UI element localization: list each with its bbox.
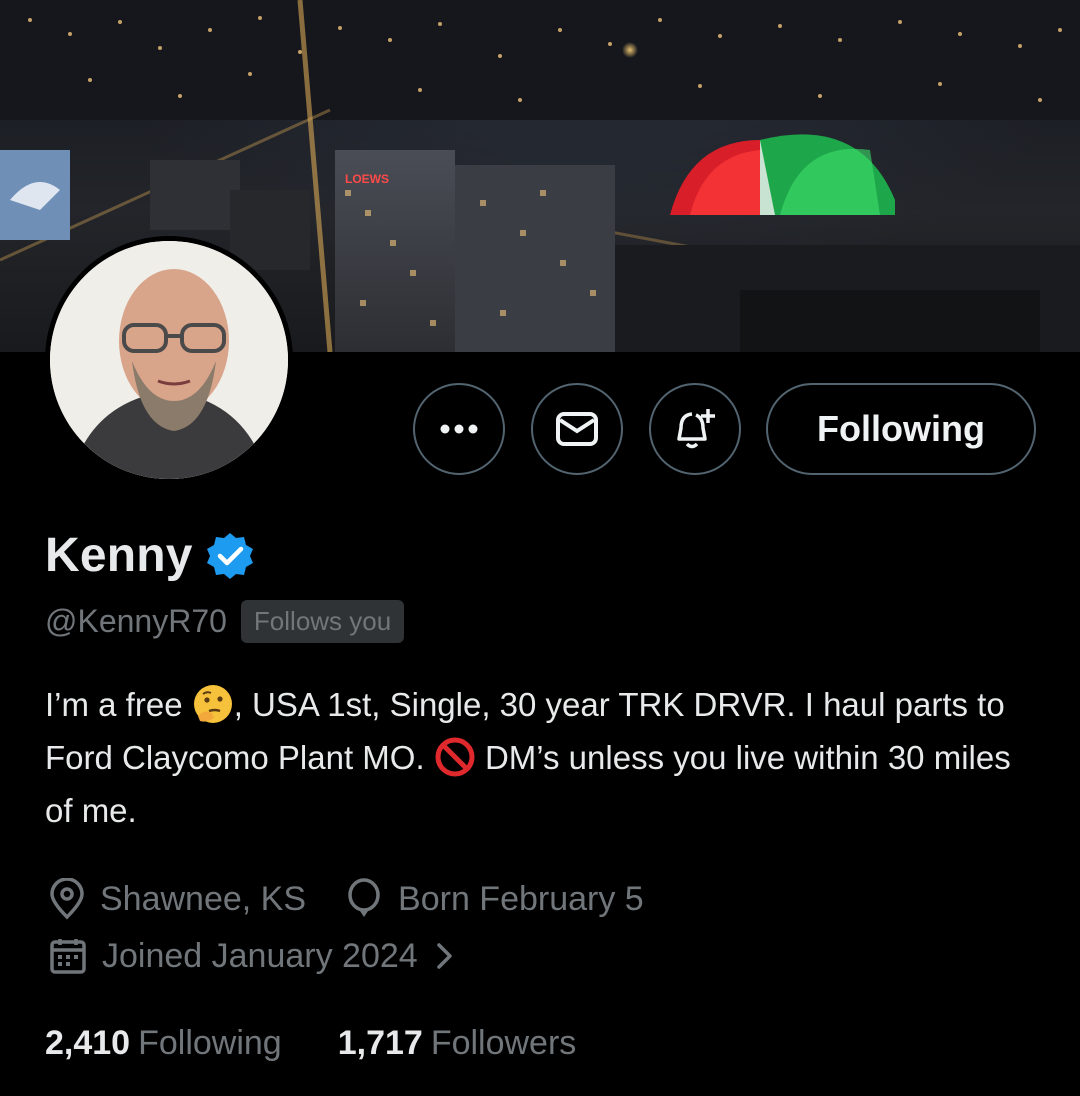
profile-avatar[interactable] [45,236,293,484]
location-text: Shawnee, KS [100,879,307,918]
balloon-icon [348,878,380,917]
following-stat[interactable]: 2,410 Following [45,1024,282,1063]
follow-stats: 2,410 Following 1,717 Followers [45,1024,576,1063]
prohibited-emoji [435,737,475,777]
follows-you-badge: Follows you [240,600,405,643]
display-name: Kenny [45,529,193,582]
envelope-icon [556,412,598,446]
following-label: Following [138,1024,282,1062]
banner-sign: LOEWS [345,172,389,186]
verified-badge-icon[interactable] [205,531,255,581]
chevron-right-icon [436,943,452,969]
more-button[interactable] [413,383,505,475]
more-icon [440,424,478,434]
joined-row[interactable]: Joined January 2024 [48,936,470,976]
bell-plus-icon [677,409,715,449]
profile-name-row: Kenny [45,528,255,583]
calendar-icon [50,939,86,974]
location-birthday-row: Shawnee, KS Born February 5 [48,878,644,920]
handle-row: @KennyR70 Follows you [45,600,405,643]
following-button[interactable]: Following [766,383,1036,475]
birthday-text: Born February 5 [398,879,644,918]
followers-label: Followers [430,1024,577,1062]
user-handle: @KennyR70 [45,603,227,639]
profile-bio: I’m a free , USA 1st, Single, 30 year TR… [45,678,1045,837]
following-button-label: Following [817,408,985,449]
thinking-face-emoji [193,685,232,723]
followers-stat[interactable]: 1,717 Followers [338,1024,577,1063]
followers-count: 1,717 [337,1024,423,1062]
following-count: 2,410 [45,1024,131,1062]
notifications-button[interactable] [649,383,741,475]
bio-text-1: I’m a free [45,686,192,723]
joined-text: Joined January 2024 [102,936,418,975]
message-button[interactable] [531,383,623,475]
avatar-photo [50,241,288,479]
location-pin-icon [50,878,84,920]
